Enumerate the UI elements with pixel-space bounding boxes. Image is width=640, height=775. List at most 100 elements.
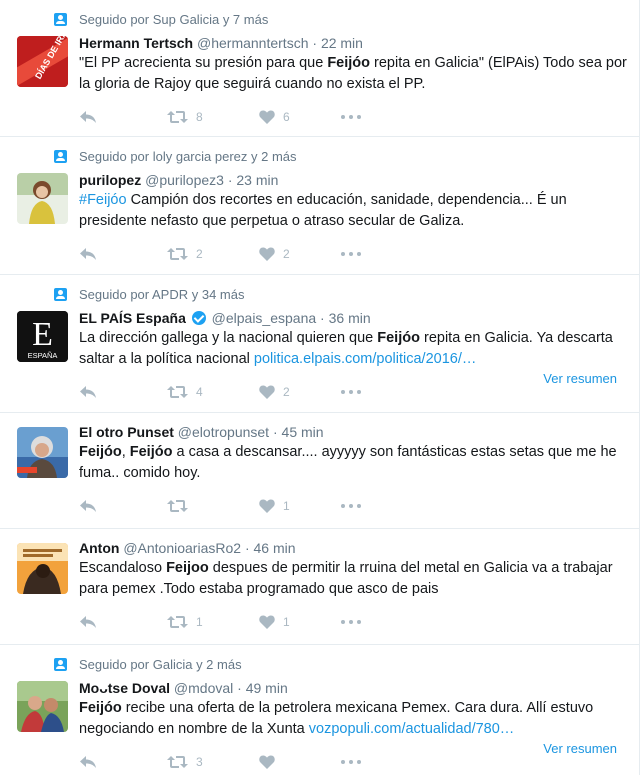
retweet-button[interactable]: 4 bbox=[167, 385, 259, 399]
tweet[interactable]: El otro Punset @elotropunset · 45 min Fe… bbox=[0, 413, 639, 529]
more-button[interactable] bbox=[341, 115, 381, 119]
avatar[interactable] bbox=[17, 173, 68, 224]
tweet[interactable]: Seguido por APDR y 34 más E ESPAÑA EL PA… bbox=[0, 275, 639, 413]
more-button[interactable] bbox=[341, 620, 381, 624]
tweet-header: Anton @AntonioariasRo2 · 46 min bbox=[79, 540, 296, 556]
avatar[interactable] bbox=[17, 427, 68, 478]
retweet-count: 8 bbox=[196, 110, 203, 124]
avatar[interactable] bbox=[17, 681, 68, 732]
tweet-text: "El PP acrecienta su presión para que Fe… bbox=[79, 55, 627, 92]
avatar-image bbox=[17, 681, 68, 732]
avatar[interactable]: DÍAS DE IRA bbox=[17, 36, 68, 87]
article-link[interactable]: vozpopuli.com/actualidad/780… bbox=[309, 721, 515, 737]
more-button[interactable] bbox=[341, 504, 381, 508]
author-handle[interactable]: @elotropunset bbox=[178, 424, 269, 440]
retweet-count: 1 bbox=[196, 615, 203, 629]
like-button[interactable]: 1 bbox=[259, 615, 341, 629]
like-button[interactable]: 1 bbox=[259, 499, 341, 513]
hashtag-link[interactable]: #Feijóo bbox=[79, 192, 127, 208]
retweet-icon bbox=[167, 386, 188, 398]
view-summary-link[interactable]: Ver resumen bbox=[543, 371, 617, 386]
more-button[interactable] bbox=[341, 252, 381, 256]
retweet-icon bbox=[167, 616, 188, 628]
view-summary-link[interactable]: Ver resumen bbox=[543, 741, 617, 756]
retweet-count: 3 bbox=[196, 755, 203, 769]
more-icon bbox=[341, 504, 361, 508]
tweet-time[interactable]: 45 min bbox=[282, 424, 324, 440]
more-icon bbox=[341, 620, 361, 624]
reply-button[interactable] bbox=[79, 110, 167, 124]
tweet-time[interactable]: 23 min bbox=[236, 172, 278, 188]
like-button[interactable]: 6 bbox=[259, 110, 341, 124]
tweet-header: EL PAÍS España @elpais_espana · 36 min bbox=[79, 310, 371, 326]
reply-icon bbox=[80, 500, 96, 512]
reply-icon bbox=[80, 616, 96, 628]
author-handle[interactable]: @mdoval bbox=[174, 680, 233, 696]
tweet-time[interactable]: 22 min bbox=[321, 35, 363, 51]
tweet-actions: 1 1 bbox=[79, 599, 627, 645]
tweet[interactable]: Seguido por Sup Galicia y 7 más DÍAS DE … bbox=[0, 0, 639, 137]
follow-context-icon bbox=[54, 149, 67, 163]
avatar[interactable] bbox=[17, 543, 68, 594]
reply-icon bbox=[80, 248, 96, 260]
retweet-button[interactable] bbox=[167, 499, 259, 513]
like-button[interactable]: 2 bbox=[259, 385, 341, 399]
like-count: 1 bbox=[283, 615, 290, 629]
follow-context: Seguido por Sup Galicia y 7 más bbox=[54, 10, 627, 28]
tweet-actions: 8 6 bbox=[79, 94, 627, 140]
author-name[interactable]: El otro Punset bbox=[79, 424, 174, 440]
like-button[interactable]: 2 bbox=[259, 247, 341, 261]
avatar-image bbox=[17, 173, 68, 224]
retweet-count: 2 bbox=[196, 247, 203, 261]
reply-button[interactable] bbox=[79, 247, 167, 261]
reply-button[interactable] bbox=[79, 385, 167, 399]
author-handle[interactable]: @purilopez3 bbox=[145, 172, 224, 188]
avatar[interactable]: E ESPAÑA bbox=[17, 311, 68, 362]
retweet-button[interactable]: 1 bbox=[167, 615, 259, 629]
tweet-header: Hermann Tertsch @hermanntertsch · 22 min bbox=[79, 35, 363, 51]
author-handle[interactable]: @elpais_espana bbox=[212, 310, 317, 326]
reply-button[interactable] bbox=[79, 755, 167, 769]
like-count: 2 bbox=[283, 247, 290, 261]
retweet-button[interactable]: 2 bbox=[167, 247, 259, 261]
retweet-button[interactable]: 3 bbox=[167, 755, 259, 769]
article-link[interactable]: politica.elpais.com/politica/2016/… bbox=[254, 351, 476, 367]
like-button[interactable] bbox=[259, 755, 341, 769]
avatar-image: E ESPAÑA bbox=[17, 311, 68, 362]
tweet-time[interactable]: 49 min bbox=[246, 680, 288, 696]
avatar-image bbox=[17, 543, 68, 594]
follow-context-icon bbox=[54, 12, 67, 26]
author-handle[interactable]: @AntonioariasRo2 bbox=[123, 540, 241, 556]
more-button[interactable] bbox=[341, 390, 381, 394]
verified-icon bbox=[191, 311, 206, 325]
tweet-text: #Feijóo Campión dos recortes en educació… bbox=[79, 192, 567, 229]
author-handle[interactable]: @hermanntertsch bbox=[197, 35, 308, 51]
avatar-image bbox=[17, 427, 68, 478]
tweet-header: El otro Punset @elotropunset · 45 min bbox=[79, 424, 324, 440]
reply-button[interactable] bbox=[79, 499, 167, 513]
tweet-time[interactable]: 46 min bbox=[254, 540, 296, 556]
follow-context: Seguido por loly garcia perez y 2 más bbox=[54, 147, 627, 165]
tweet-actions: 1 bbox=[79, 483, 627, 529]
more-icon bbox=[341, 115, 361, 119]
follow-context: Seguido por Galicia y 2 más bbox=[54, 655, 627, 673]
author-name[interactable]: purilopez bbox=[79, 172, 141, 188]
author-name[interactable]: EL PAÍS España bbox=[79, 310, 186, 326]
reply-icon bbox=[80, 756, 96, 768]
tweet-actions: 4 2 Ver resumen bbox=[79, 369, 627, 415]
retweet-icon bbox=[167, 248, 188, 260]
author-name[interactable]: Hermann Tertsch bbox=[79, 35, 193, 51]
tweet-actions: 3 Ver resumen bbox=[79, 739, 627, 775]
tweet[interactable]: Seguido por loly garcia perez y 2 más pu… bbox=[0, 137, 639, 275]
more-icon bbox=[341, 760, 361, 764]
like-icon bbox=[259, 385, 275, 399]
tweet[interactable]: Seguido por Galicia y 2 más Moᴗtse Doval… bbox=[0, 645, 639, 775]
reply-button[interactable] bbox=[79, 615, 167, 629]
more-button[interactable] bbox=[341, 760, 381, 764]
tweet[interactable]: Anton @AntonioariasRo2 · 46 min Escandal… bbox=[0, 529, 639, 645]
author-name[interactable]: Moᴗtse Doval bbox=[79, 680, 170, 696]
tweet-time[interactable]: 36 min bbox=[329, 310, 371, 326]
retweet-button[interactable]: 8 bbox=[167, 110, 259, 124]
tweet-header: Moᴗtse Doval @mdoval · 49 min bbox=[79, 680, 288, 696]
author-name[interactable]: Anton bbox=[79, 540, 119, 556]
